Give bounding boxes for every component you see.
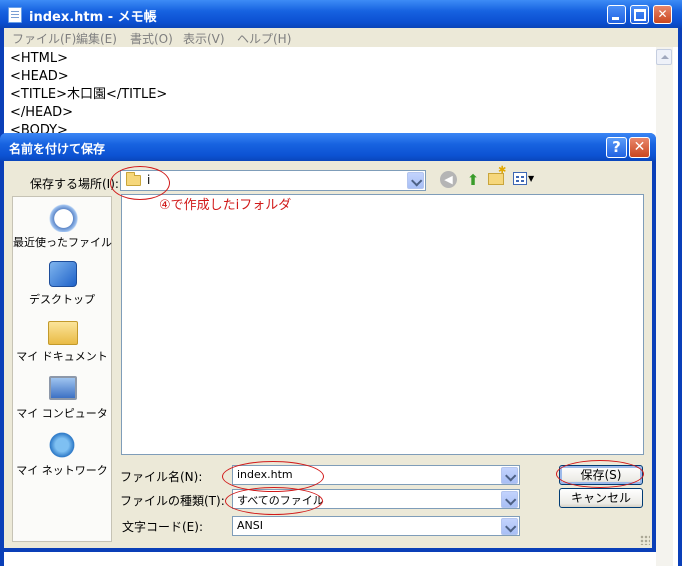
text-line: <TITLE>木口園</TITLE> xyxy=(10,87,168,102)
my-network-icon xyxy=(46,430,78,460)
notepad-menubar: ファイル(F) 編集(E) 書式(O) 表示(V) ヘルプ(H) xyxy=(4,28,678,47)
dialog-titlebar[interactable]: 名前を付けて保存 ? ✕ xyxy=(0,133,656,161)
my-documents-icon xyxy=(48,321,78,345)
dialog-title: 名前を付けて保存 xyxy=(9,142,106,156)
menu-file[interactable]: ファイル(F) xyxy=(12,30,76,47)
place-label: マイ ネットワーク xyxy=(16,464,108,477)
encoding-value: ANSI xyxy=(237,519,263,532)
chevron-down-icon[interactable] xyxy=(501,467,518,484)
menu-help[interactable]: ヘルプ(H) xyxy=(237,30,291,47)
resize-grip[interactable] xyxy=(640,535,650,545)
desktop-icon xyxy=(49,261,77,287)
cancel-button[interactable]: キャンセル xyxy=(559,488,643,508)
chevron-down-icon[interactable] xyxy=(501,518,518,535)
back-arrow-icon[interactable]: ◀ xyxy=(440,171,457,188)
menu-edit[interactable]: 編集(E) xyxy=(76,30,117,47)
maximize-button[interactable] xyxy=(630,5,649,24)
up-folder-icon[interactable]: ⬆ xyxy=(464,171,482,189)
chevron-down-icon[interactable] xyxy=(501,491,518,508)
place-my-network[interactable]: マイ ネットワーク xyxy=(13,430,111,482)
minimize-button[interactable] xyxy=(607,5,626,24)
place-recent[interactable]: 最近使ったファイル xyxy=(13,202,112,254)
notepad-titlebar[interactable]: index.htm - メモ帳 xyxy=(0,0,682,28)
scroll-up-button[interactable] xyxy=(656,49,672,65)
save-as-dialog: 名前を付けて保存 ? ✕ 保存する場所(I): i ◀ ⬆ ▼ 最近使ったファイ… xyxy=(0,133,656,552)
annotation-text: ④で作成したiフォルダ xyxy=(159,198,292,213)
save-in-label: 保存する場所(I): xyxy=(30,177,119,191)
recent-documents-icon xyxy=(46,202,78,232)
menu-view[interactable]: 表示(V) xyxy=(183,30,225,47)
new-folder-icon[interactable] xyxy=(488,165,506,185)
place-label: 最近使ったファイル xyxy=(13,236,112,249)
chevron-down-icon[interactable] xyxy=(407,172,424,189)
text-line: </HEAD> xyxy=(10,105,74,120)
dialog-close-button[interactable]: ✕ xyxy=(629,137,650,158)
place-my-computer[interactable]: マイ コンピュータ xyxy=(13,373,111,425)
notepad-text: <HTML> <HEAD> <TITLE>木口園</TITLE> </HEAD> <BO… xyxy=(10,50,167,140)
close-button[interactable] xyxy=(653,5,672,24)
place-label: マイ ドキュメント xyxy=(16,350,108,363)
views-dropdown-arrow-icon[interactable]: ▼ xyxy=(528,174,534,183)
views-menu-icon[interactable] xyxy=(513,172,527,185)
place-my-documents[interactable]: マイ ドキュメント xyxy=(13,316,111,368)
my-computer-icon xyxy=(49,376,77,400)
places-bar: 最近使ったファイル デスクトップ マイ ドキュメント マイ コンピュータ マイ … xyxy=(12,196,112,542)
annotation-circle-filetype xyxy=(225,487,323,515)
notepad-icon xyxy=(8,7,22,23)
dialog-body: 保存する場所(I): i ◀ ⬆ ▼ 最近使ったファイル デスクトップ マイ ド… xyxy=(4,161,652,548)
text-line: <HEAD> xyxy=(10,69,69,84)
file-list[interactable] xyxy=(121,194,644,455)
encoding-label: 文字コード(E): xyxy=(122,520,203,534)
place-label: デスクトップ xyxy=(29,293,95,306)
place-label: マイ コンピュータ xyxy=(16,407,108,420)
file-name-label: ファイル名(N): xyxy=(120,470,203,484)
menu-format[interactable]: 書式(O) xyxy=(130,30,173,47)
notepad-vertical-scrollbar[interactable] xyxy=(656,47,673,566)
notepad-title: index.htm - メモ帳 xyxy=(29,10,157,25)
help-button[interactable]: ? xyxy=(606,137,627,158)
place-desktop[interactable]: デスクトップ xyxy=(13,259,111,311)
encoding-select[interactable]: ANSI xyxy=(232,516,520,536)
annotation-circle-save xyxy=(556,460,644,488)
text-line: <HTML> xyxy=(10,51,68,66)
file-type-label: ファイルの種類(T): xyxy=(120,494,225,508)
